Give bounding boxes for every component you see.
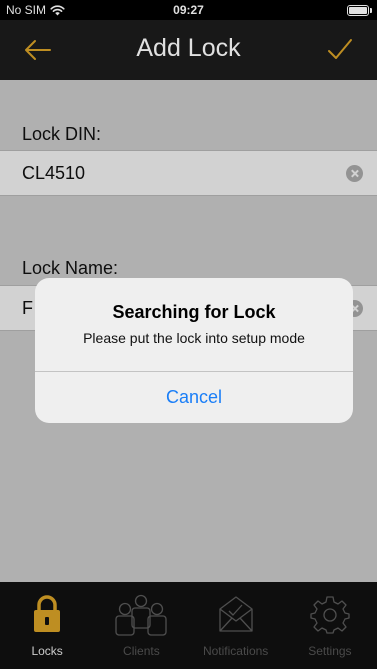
- cancel-button[interactable]: Cancel: [35, 372, 353, 423]
- searching-alert: Searching for Lock Please put the lock i…: [35, 278, 353, 423]
- screen: No SIM 09:27 Add Lock Lock DIN: CL4510 L…: [0, 0, 377, 669]
- alert-message: Please put the lock into setup mode: [83, 330, 305, 346]
- alert-title: Searching for Lock: [112, 302, 276, 322]
